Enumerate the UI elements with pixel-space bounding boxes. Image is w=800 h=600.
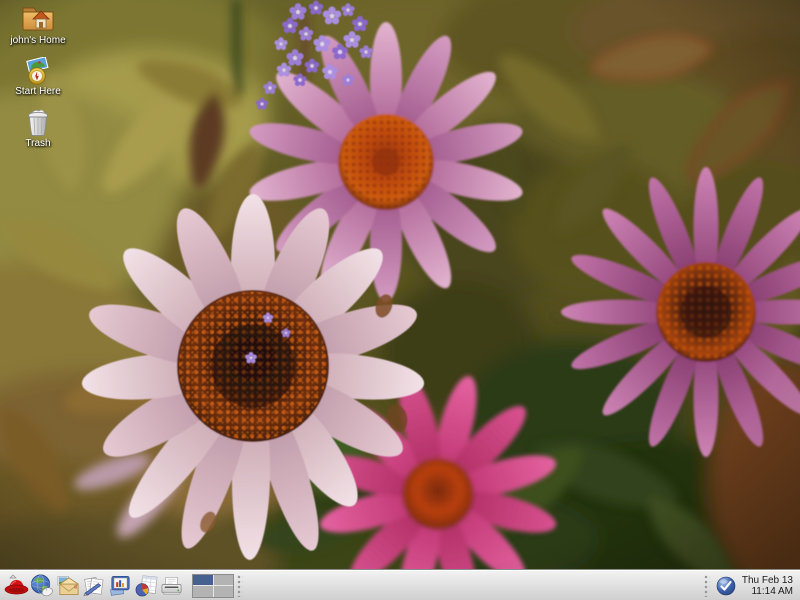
spreadsheet-pie-icon <box>134 574 159 598</box>
workspace-3[interactable] <box>193 586 213 597</box>
wallpaper-image <box>0 0 800 570</box>
update-notifier[interactable] <box>715 575 737 597</box>
word-processor-launcher[interactable] <box>82 573 107 599</box>
desktop-icon-trash[interactable]: Trash <box>25 108 51 149</box>
printer-launcher[interactable] <box>160 573 185 599</box>
taskbar-panel: Thu Feb 13 11:14 AM <box>0 570 800 600</box>
web-browser-launcher[interactable] <box>30 573 55 599</box>
desktop-icon-label: john's Home <box>10 35 65 46</box>
workspace-1[interactable] <box>193 575 213 586</box>
presentation-icon <box>108 574 133 598</box>
redhat-menu-icon <box>4 574 29 598</box>
workspace-4[interactable] <box>214 586 234 597</box>
workspace-switcher <box>192 574 234 598</box>
clock-time: 11:14 AM <box>742 586 793 597</box>
panel-clock[interactable]: Thu Feb 13 11:14 AM <box>739 575 796 597</box>
word-processor-icon <box>82 574 107 598</box>
start-here-icon <box>24 57 51 85</box>
home-folder-icon <box>20 3 56 34</box>
workspace-2[interactable] <box>214 575 234 586</box>
panel-drag-handle[interactable] <box>237 575 243 597</box>
main-menu-button[interactable] <box>4 573 29 599</box>
desktop-icon-area: john's Home Start Here Trash <box>2 3 74 149</box>
desktop: john's Home Start Here Trash <box>0 0 800 600</box>
clock-date: Thu Feb 13 <box>742 575 793 586</box>
email-launcher[interactable] <box>56 573 81 599</box>
trash-icon <box>25 108 51 137</box>
desktop-icon-label: Start Here <box>15 86 61 97</box>
desktop-icon-label: Trash <box>25 138 50 149</box>
update-check-orb-icon <box>716 576 736 596</box>
spreadsheet-launcher[interactable] <box>134 573 159 599</box>
email-envelope-icon <box>56 574 81 598</box>
desktop-icon-johns-home[interactable]: john's Home <box>10 3 65 46</box>
desktop-icon-start-here[interactable]: Start Here <box>15 57 61 97</box>
printer-icon <box>160 574 185 598</box>
web-browser-globe-icon <box>30 574 55 598</box>
presentation-launcher[interactable] <box>108 573 133 599</box>
notification-area-handle[interactable] <box>704 575 710 597</box>
